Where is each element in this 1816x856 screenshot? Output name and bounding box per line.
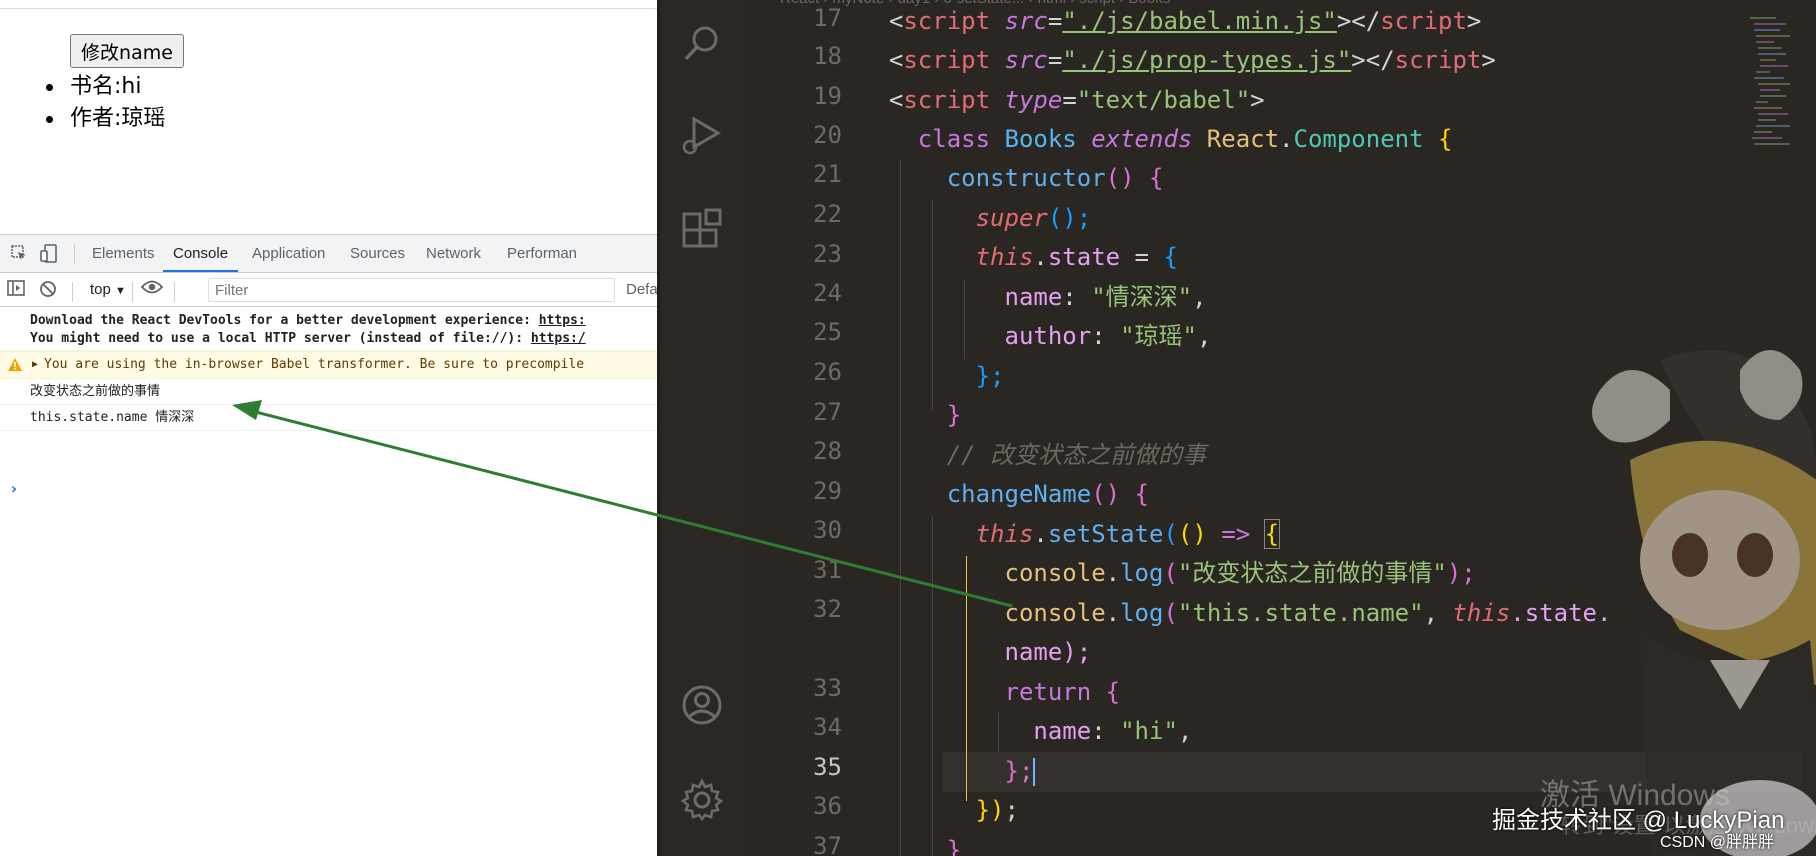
line-number: 21: [813, 160, 842, 188]
csdn-watermark: CSDN @胖胖胖: [1660, 834, 1775, 851]
book-author-item: 作者:琼瑶: [40, 103, 165, 135]
line-number-current: 35: [813, 753, 842, 781]
line-number: 31: [813, 556, 842, 584]
line-number: 19: [813, 82, 842, 110]
browser-window: 修改name 书名:hi 作者:琼瑶 Elements Console Appl…: [0, 0, 660, 856]
line-number: 28: [813, 437, 842, 465]
code-line-28: // 改变状态之前做的事: [946, 441, 1207, 469]
line-number: 33: [813, 674, 842, 702]
line-number: 18: [813, 42, 842, 70]
code-line-22: super();: [975, 204, 1092, 232]
code-line-27: }: [946, 401, 962, 429]
device-toolbar-icon[interactable]: [39, 244, 59, 264]
live-expression-eye-icon[interactable]: [140, 280, 164, 300]
console-info-message: Download the React DevTools for a better…: [0, 307, 660, 351]
info-message-link[interactable]: https:: [539, 313, 586, 328]
code-line-21: constructor() {: [946, 164, 1164, 192]
line-number: 30: [813, 516, 842, 544]
line-number: 24: [813, 279, 842, 307]
tab-performance[interactable]: Performan: [507, 235, 577, 272]
extensions-icon[interactable]: [680, 208, 724, 252]
console-output: Download the React DevTools for a better…: [0, 307, 660, 498]
tab-network[interactable]: Network: [426, 235, 481, 272]
line-number: 29: [813, 477, 842, 505]
line-number: 23: [813, 240, 842, 268]
toolbar-divider: [132, 282, 133, 302]
tab-elements[interactable]: Elements: [92, 235, 155, 272]
code-line-32: console.log("this.state.name", this.stat…: [1004, 599, 1612, 627]
code-line-20: class Books extends React.Component {: [917, 125, 1453, 153]
expand-triangle-icon[interactable]: ▶: [32, 352, 38, 378]
toolbar-divider: [72, 282, 73, 302]
code-line-24: name: "情深深",: [1004, 283, 1207, 311]
tab-application[interactable]: Application: [252, 235, 325, 272]
code-line-31: console.log("改变状态之前做的事情");: [1004, 559, 1476, 587]
code-line-33: return {: [1004, 678, 1121, 706]
code-line-17: <script src="./js/babel.min.js"></script…: [888, 7, 1482, 35]
run-debug-icon[interactable]: [680, 113, 724, 157]
info-message-text: Download the React DevTools for a better…: [30, 313, 539, 328]
tab-console[interactable]: Console: [163, 235, 239, 272]
book-name-item: 书名:hi: [40, 71, 165, 103]
line-number: 27: [813, 398, 842, 426]
code-line-25: author: "琼瑶",: [1004, 322, 1212, 350]
code-line-32-wrap: name);: [1004, 638, 1092, 666]
info-message-text: You might need to use a local HTTP serve…: [30, 331, 531, 346]
context-value: top: [90, 281, 111, 298]
context-selector[interactable]: top ▼: [90, 280, 126, 300]
line-number: 22: [813, 200, 842, 228]
activity-bar: [660, 0, 743, 856]
console-filter-input[interactable]: [208, 278, 615, 302]
text-cursor: [1033, 758, 1036, 786]
page-viewport: 修改name 书名:hi 作者:琼瑶: [0, 8, 660, 234]
code-line-26: };: [975, 362, 1005, 390]
tab-sources[interactable]: Sources: [350, 235, 405, 272]
code-line-35: };: [1004, 757, 1036, 786]
console-warning-message[interactable]: ▶ You are using the in-browser Babel tra…: [0, 351, 660, 379]
warning-text: You are using the in-browser Babel trans…: [44, 357, 585, 372]
line-number: 17: [813, 4, 842, 32]
code-line-19: <script type="text/babel">: [888, 86, 1265, 114]
warning-icon: [8, 358, 22, 371]
devtools-tabbar: Elements Console Application Sources Net…: [0, 235, 660, 273]
code-line-30: this.setState(() => {: [975, 519, 1281, 549]
account-icon[interactable]: [680, 683, 724, 727]
code-line-18: <script src="./js/prop-types.js"></scrip…: [888, 46, 1496, 74]
line-number: 36: [813, 792, 842, 820]
line-number: 34: [813, 713, 842, 741]
line-number: 20: [813, 121, 842, 149]
book-info-list: 书名:hi 作者:琼瑶: [40, 71, 165, 135]
minimap[interactable]: [1746, 10, 1806, 210]
line-number-gutter: 17 18 19 20 21 22 23 24 25 26 27 28 29 3…: [744, 0, 854, 856]
code-line-23: this.state = {: [975, 243, 1178, 271]
settings-gear-icon[interactable]: [680, 778, 724, 822]
code-line-34: name: "hi",: [1033, 717, 1193, 745]
console-toolbar: top ▼ Defa: [0, 273, 660, 307]
rename-button[interactable]: 修改name: [70, 34, 184, 68]
toolbar-divider: [174, 282, 175, 302]
inspect-element-icon[interactable]: [9, 244, 29, 264]
line-number: 37: [813, 832, 842, 856]
log-levels-dropdown[interactable]: Defa: [626, 280, 658, 300]
toolbar-divider: [74, 244, 75, 264]
devtools-panel: Elements Console Application Sources Net…: [0, 234, 660, 856]
dropdown-arrow-icon: ▼: [115, 285, 126, 297]
console-log-message: this.state.name 情深深: [0, 405, 660, 431]
line-number: 32: [813, 595, 842, 623]
clear-console-icon[interactable]: [38, 280, 58, 300]
line-number: 25: [813, 318, 842, 346]
info-message-link[interactable]: https:/: [531, 331, 586, 346]
code-line-29: changeName() {: [946, 480, 1150, 508]
search-icon[interactable]: [680, 22, 724, 66]
sidebar-toggle-icon[interactable]: [6, 280, 26, 300]
code-editor: React › myNote › day1 › 6-setState... › …: [657, 0, 1816, 856]
console-log-message: 改变状态之前做的事情: [0, 379, 660, 405]
line-number: 26: [813, 358, 842, 386]
code-line-37: }: [946, 836, 962, 856]
code-line-36: });: [975, 796, 1019, 824]
console-prompt-icon[interactable]: ›: [9, 479, 19, 498]
